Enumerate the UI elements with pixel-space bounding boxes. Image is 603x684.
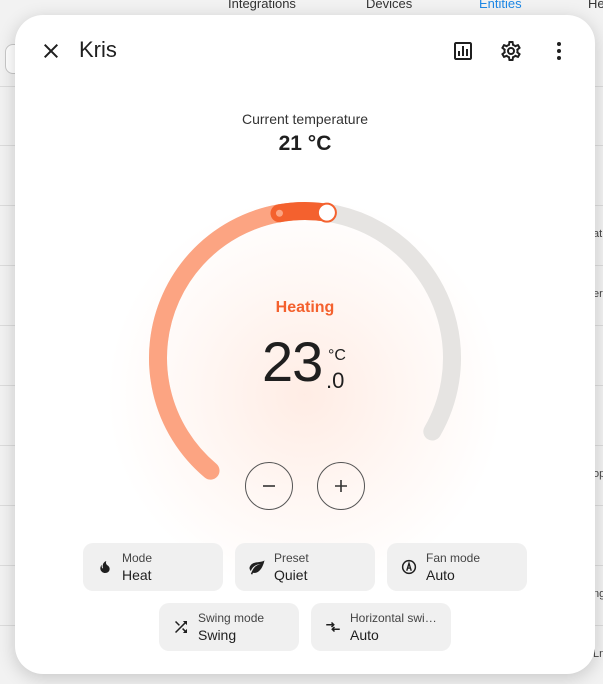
target-temperature-decimal: .0	[326, 368, 345, 393]
fire-icon	[95, 557, 115, 577]
fan-auto-icon	[399, 557, 419, 577]
preset-mode-chip[interactable]: Preset Quiet	[235, 543, 375, 591]
target-temperature-handle[interactable]	[316, 202, 337, 223]
chip-value: Auto	[426, 567, 455, 583]
increase-temperature-button[interactable]	[317, 462, 365, 510]
chip-label: Fan mode	[426, 551, 481, 565]
chip-label: Swing mode	[198, 611, 265, 625]
swing-mode-chip[interactable]: Swing mode Swing	[159, 603, 299, 651]
tab-entities[interactable]: Entities	[479, 0, 522, 11]
chip-value: Quiet	[274, 567, 308, 583]
tab-helpers[interactable]: He	[588, 0, 603, 11]
chip-label: Horizontal swi…	[350, 611, 437, 625]
target-temperature-integer: 23	[262, 330, 323, 393]
horizontal-swing-mode-chip[interactable]: Horizontal swi… Auto	[311, 603, 451, 651]
hvac-action-label: Heating	[275, 299, 335, 316]
tab-devices[interactable]: Devices	[366, 0, 412, 11]
chip-value: Heat	[122, 567, 152, 583]
chip-value: Swing	[198, 627, 237, 643]
current-temperature-marker	[275, 209, 283, 217]
plus-icon	[335, 480, 347, 492]
background-tab-bar: Integrations Devices Entities He	[0, 0, 603, 11]
leaf-icon	[247, 557, 267, 577]
chip-label: Preset	[274, 551, 309, 565]
tab-integrations[interactable]: Integrations	[228, 0, 296, 11]
hvac-mode-chip[interactable]: Mode Heat	[83, 543, 223, 591]
decrease-temperature-button[interactable]	[245, 462, 293, 510]
climate-dialog: Kris Current temperature 21 °C Heating 2…	[15, 15, 595, 674]
horizontal-swing-icon	[323, 617, 343, 637]
minus-icon	[263, 485, 275, 487]
fan-mode-chip[interactable]: Fan mode Auto	[387, 543, 527, 591]
chip-value: Auto	[350, 627, 379, 643]
target-temperature-unit: °C	[328, 347, 346, 364]
chip-label: Mode	[122, 551, 153, 565]
shuffle-icon	[171, 617, 191, 637]
